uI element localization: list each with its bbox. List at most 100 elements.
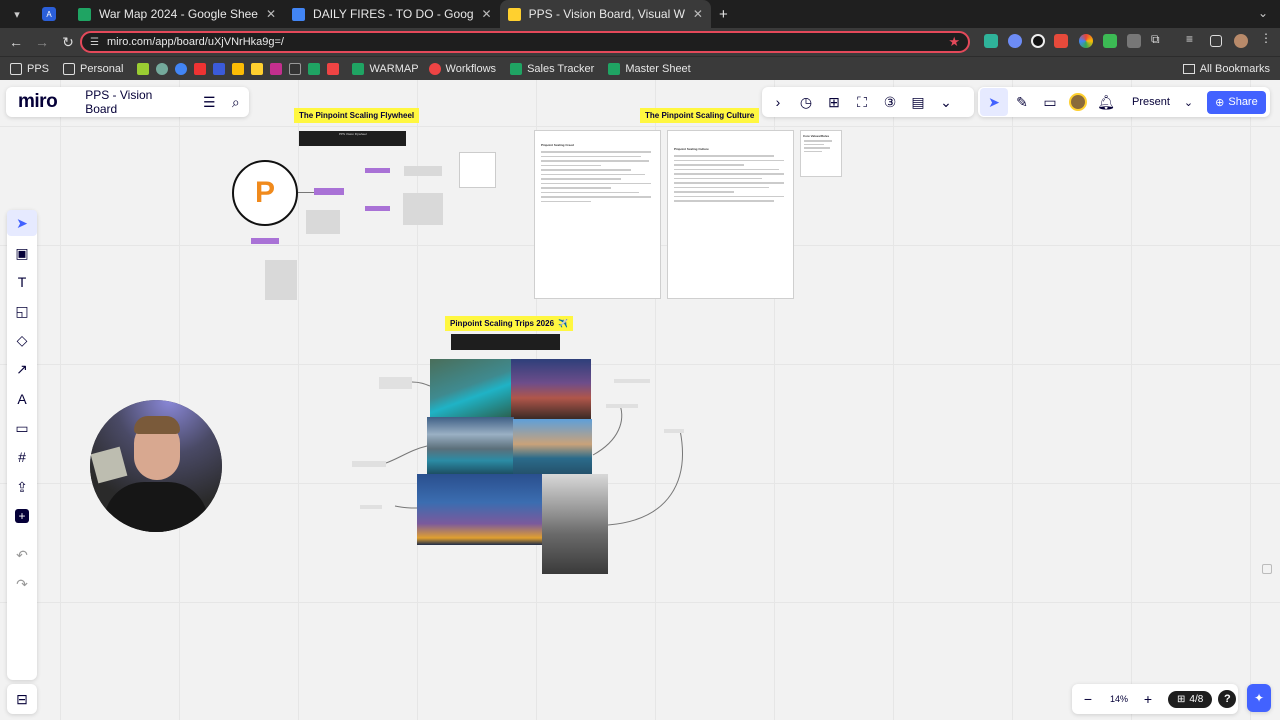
photo-venice[interactable] [513,419,592,475]
ai-assist-button[interactable]: ✦ [1247,684,1271,712]
flywheel-description-box[interactable]: PPS Vision Flywheel [299,131,406,146]
present-button[interactable]: Present ⌄ [1132,96,1193,109]
menu-icon[interactable]: ☰ [196,88,222,116]
flywheel-text-block[interactable] [404,166,442,176]
miro-logo[interactable]: miro [18,91,58,113]
tab-search-icon[interactable]: ▾ [6,3,28,25]
cursor-select-icon[interactable]: ➤ [980,88,1008,116]
reload-icon[interactable]: ↻ [56,30,80,54]
photo-lagoon[interactable] [430,359,512,419]
puzzle-icon[interactable]: ⧉ [1151,32,1165,46]
bookmark-icon-6[interactable] [232,62,249,75]
text-tool-icon[interactable]: T [7,269,37,295]
comment-tool-icon[interactable]: ▭ [7,415,37,441]
chevron-down-icon[interactable]: ⌄ [1184,96,1193,109]
shapes-tool-icon[interactable]: ◇ [7,327,37,353]
zoom-level[interactable]: 14% [1110,694,1128,704]
bookmark-icon-10[interactable] [308,62,325,75]
trip-note[interactable] [352,461,386,467]
app-three-icon[interactable]: ③ [876,88,904,116]
back-icon[interactable]: ← [4,30,28,54]
extension-icon[interactable] [1054,34,1068,48]
flywheel-node[interactable] [365,206,390,211]
chevron-down-icon[interactable]: ⌄ [932,88,960,116]
frame-tool-icon[interactable]: # [7,444,37,470]
frames-panel-button[interactable]: ⊟ [7,684,37,714]
creed-document[interactable]: Pinpoint Scaling Creed [534,130,661,299]
trips-description-box[interactable] [451,334,560,350]
bookmark-star-icon[interactable]: ★ [948,34,960,50]
help-button[interactable]: ? [1218,690,1237,708]
trip-note[interactable] [614,379,650,383]
bookmark-icon-3[interactable] [175,62,192,75]
bookmark-sales-tracker[interactable]: Sales Tracker [510,62,594,75]
extension-icon[interactable] [984,34,998,48]
trip-note[interactable] [379,377,412,389]
trip-note[interactable] [664,429,684,433]
flywheel-node[interactable] [365,168,390,173]
photo-mountain-lake[interactable] [427,417,514,475]
collapse-handle-icon[interactable] [1262,564,1272,574]
search-icon[interactable]: ⌕ [223,88,249,116]
media-icon[interactable]: ≡ [1186,32,1200,46]
site-info-icon[interactable]: ☰ [90,37,99,48]
flywheel-node[interactable] [251,238,279,244]
extension-icon[interactable] [1008,34,1022,48]
tab-overflow-icon[interactable]: ⌄ [1258,6,1268,20]
sidebar-icon[interactable] [1210,35,1222,47]
select-tool-icon[interactable]: ➤ [7,210,37,236]
all-bookmarks[interactable]: All Bookmarks [1182,63,1270,75]
trip-note[interactable] [360,505,382,509]
redo-icon[interactable]: ↷ [7,571,37,597]
flywheel-text-block[interactable] [265,260,297,300]
bookmark-icon-4[interactable] [194,62,211,75]
page-counter[interactable]: ⊞ 4/8 [1168,690,1213,708]
bookmark-pps[interactable]: PPS [10,62,49,75]
photo-new-york[interactable] [542,474,608,574]
pps-logo-circle[interactable]: P [232,160,298,226]
photo-city-skyline[interactable] [417,474,543,545]
zoom-out-icon[interactable]: − [1074,685,1102,713]
notes-icon[interactable]: ▤ [904,88,932,116]
bookmark-icon-2[interactable] [156,62,173,75]
tab-daily-fires[interactable]: DAILY FIRES - TO DO - Goog ✕ [284,0,500,28]
pen-tool-icon[interactable]: A [7,386,37,412]
templates-tool-icon[interactable]: ▣ [7,240,37,266]
bookmark-icon-7[interactable] [251,62,268,75]
extension-icon[interactable] [1079,34,1093,48]
bookmark-personal[interactable]: Personal [63,62,123,75]
close-tab-icon[interactable]: ✕ [266,7,276,21]
pinned-tab-a-icon[interactable]: A [42,7,56,21]
sticky-note-tool-icon[interactable]: ◱ [7,298,37,324]
zoom-in-icon[interactable]: + [1134,685,1162,713]
bookmark-icon-8[interactable] [270,62,287,75]
focus-icon[interactable]: ⛶ [848,88,876,116]
flywheel-mini-card[interactable] [459,152,496,188]
flywheel-title-sticky[interactable]: The Pinpoint Scaling Flywheel [294,108,420,123]
undo-icon[interactable]: ↶ [7,542,37,568]
chevron-right-icon[interactable]: › [764,88,792,116]
bookmark-warmap[interactable]: WARMAP [352,62,419,75]
bell-icon[interactable]: 🔔︎ [1092,88,1120,116]
board-title[interactable]: PPS - Vision Board [85,88,182,116]
connector-tool-icon[interactable]: ↗ [7,356,37,382]
menu-kebab-icon[interactable]: ⋮ [1260,31,1274,45]
photo-resort-night[interactable] [511,359,591,419]
close-tab-icon[interactable]: ✕ [482,7,492,21]
extension-icon[interactable] [1103,34,1117,48]
comments-icon[interactable]: ▭ [1036,88,1064,116]
bookmark-icon-11[interactable] [327,62,344,75]
reactions-icon[interactable]: ✎ [1008,88,1036,116]
core-values-document[interactable]: Core Values/Rules [800,130,842,177]
bookmark-master-sheet[interactable]: Master Sheet [608,62,691,75]
collaborator-avatar[interactable] [1064,88,1092,116]
more-tools-icon[interactable]: + [7,503,37,529]
flywheel-text-block[interactable] [306,210,340,234]
extension-icon[interactable] [1127,34,1141,48]
new-tab-button[interactable]: + [711,0,736,28]
extension-icon[interactable] [1031,34,1045,48]
bookmark-icon-9[interactable] [289,62,306,75]
close-tab-icon[interactable]: ✕ [693,7,703,21]
flywheel-node[interactable] [314,188,344,195]
bookmark-icon-1[interactable] [137,62,154,75]
